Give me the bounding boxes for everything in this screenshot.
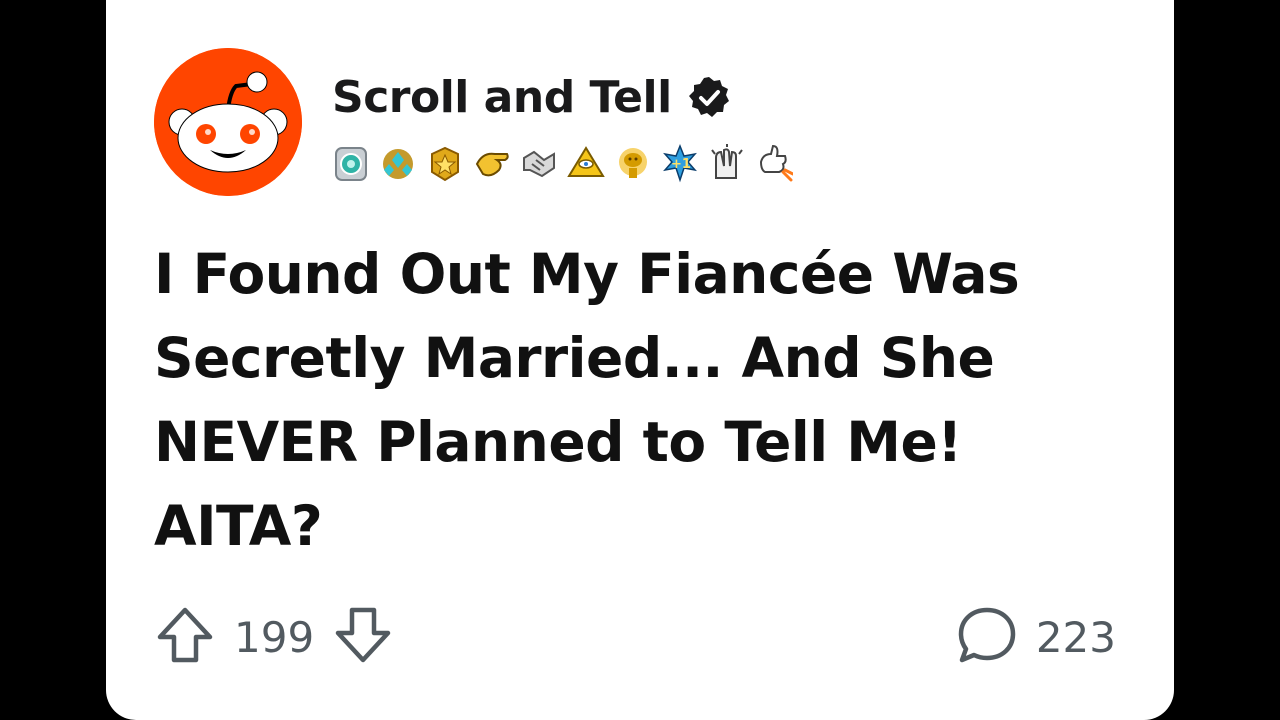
subreddit-avatar[interactable] bbox=[154, 48, 302, 196]
silver-medal-award-icon[interactable] bbox=[332, 140, 370, 186]
verified-badge-icon bbox=[686, 75, 732, 121]
author-name[interactable]: Scroll and Tell bbox=[332, 72, 672, 123]
downvote-arrow-icon[interactable] bbox=[332, 604, 394, 670]
reddit-snoo-icon bbox=[154, 48, 302, 196]
gem-cluster-award-icon[interactable] bbox=[379, 140, 417, 186]
clapping-hands-award-icon[interactable] bbox=[708, 140, 746, 186]
upvote-count: 199 bbox=[234, 612, 315, 662]
gold-snoo-trophy-award-icon[interactable] bbox=[614, 140, 652, 186]
plus-one-award-icon[interactable]: +1 bbox=[661, 140, 699, 186]
pointing-hand-award-icon[interactable] bbox=[473, 140, 511, 186]
handshake-award-icon[interactable] bbox=[520, 140, 558, 186]
post-card: Scroll and Tell +1 I Found Out My Fiancé… bbox=[106, 0, 1174, 720]
gold-star-award-icon[interactable] bbox=[426, 140, 464, 186]
comment-bubble-icon[interactable] bbox=[956, 604, 1018, 670]
upvote-arrow-icon[interactable] bbox=[154, 604, 216, 670]
post-title[interactable]: I Found Out My Fiancée Was Secretly Marr… bbox=[154, 232, 1114, 568]
awards-row: +1 bbox=[332, 140, 795, 186]
action-bar: 199 223 bbox=[154, 602, 1116, 672]
author-row: Scroll and Tell bbox=[332, 72, 732, 123]
svg-text:+1: +1 bbox=[671, 157, 691, 172]
comment-count: 223 bbox=[1035, 612, 1116, 662]
comment-controls[interactable]: 223 bbox=[956, 604, 1116, 670]
illuminati-pyramid-award-icon[interactable] bbox=[567, 140, 605, 186]
vote-controls: 199 bbox=[154, 604, 394, 670]
rocket-like-award-icon[interactable] bbox=[755, 140, 795, 186]
